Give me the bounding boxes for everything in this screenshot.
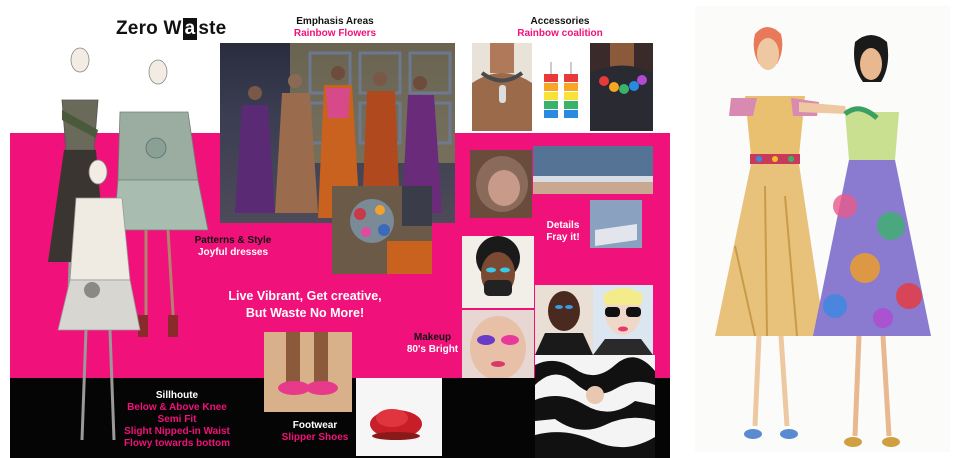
earrings-art bbox=[544, 62, 578, 118]
slogan-line-1: Live Vibrant, Get creative, bbox=[228, 289, 382, 303]
watercolor-illustration bbox=[695, 6, 950, 452]
title-part-2: ste bbox=[198, 18, 227, 39]
necklace-photo bbox=[590, 43, 653, 131]
choker-art bbox=[472, 43, 532, 131]
slipper-feet-photo bbox=[264, 332, 352, 412]
watercolor-art bbox=[715, 27, 931, 447]
denim-cuff-art bbox=[590, 200, 642, 248]
print-dress-art bbox=[535, 355, 655, 458]
makeup-heading: Makeup bbox=[413, 332, 452, 343]
title-boxed-letter: a bbox=[182, 18, 198, 40]
fray-hair-photo bbox=[470, 150, 532, 218]
footwear-label: Footwear Slipper Shoes bbox=[275, 420, 355, 444]
necklace-art bbox=[590, 43, 653, 131]
footwear-heading: Footwear bbox=[292, 420, 338, 431]
makeup-mask-art bbox=[476, 236, 520, 296]
slogan-line-2: But Waste No More! bbox=[245, 305, 365, 320]
choker-photo bbox=[472, 43, 532, 131]
accessories-label: Accessories Rainbow coalition bbox=[495, 16, 625, 40]
painted-figure-left bbox=[715, 27, 847, 439]
makeup-sub: 80's Bright bbox=[406, 344, 459, 355]
red-slipper-photo bbox=[356, 378, 442, 456]
makeup-portrait-photo bbox=[535, 285, 593, 355]
print-dress-photo bbox=[535, 355, 655, 458]
makeup-mask-photo bbox=[462, 236, 534, 308]
makeup-sunglasses-art bbox=[593, 288, 653, 355]
accessories-heading: Accessories bbox=[530, 16, 590, 27]
earrings-photo bbox=[533, 60, 588, 130]
details-sub: Fray it! bbox=[546, 232, 580, 243]
fray-hair-art bbox=[476, 156, 528, 212]
slogan: Live Vibrant, Get creative, But Waste No… bbox=[205, 288, 405, 322]
makeup-eye-art bbox=[470, 316, 526, 378]
dress-detail-photo bbox=[332, 186, 432, 274]
details-heading: Details bbox=[546, 220, 580, 231]
denim-fray-photo bbox=[533, 146, 653, 194]
denim-fray-art bbox=[533, 146, 653, 194]
slipper-feet-art bbox=[264, 332, 352, 412]
emphasis-label: Emphasis Areas Rainbow Flowers bbox=[270, 16, 400, 40]
dress-detail-art bbox=[332, 186, 432, 274]
title-part-1: Zero W bbox=[116, 18, 182, 39]
makeup-sunglasses-photo bbox=[593, 285, 653, 355]
design-sketches bbox=[48, 47, 209, 441]
footwear-sub: Slipper Shoes bbox=[281, 432, 349, 443]
makeup-label: Makeup 80's Bright bbox=[405, 332, 460, 356]
details-label: Details Fray it! bbox=[538, 220, 588, 244]
makeup-portrait-art bbox=[535, 291, 593, 355]
accessories-sub: Rainbow coalition bbox=[517, 28, 603, 39]
mood-board: Zero Wa ste Emphasis Areas Rainbow Flower… bbox=[0, 0, 680, 458]
board-title: Zero Wa ste bbox=[116, 18, 226, 40]
red-slipper-art bbox=[370, 409, 422, 440]
makeup-eye-photo bbox=[462, 310, 534, 378]
emphasis-sub: Rainbow Flowers bbox=[293, 28, 377, 39]
denim-cuff-photo bbox=[590, 200, 642, 248]
painted-figure-right bbox=[813, 35, 931, 447]
emphasis-heading: Emphasis Areas bbox=[296, 16, 374, 27]
